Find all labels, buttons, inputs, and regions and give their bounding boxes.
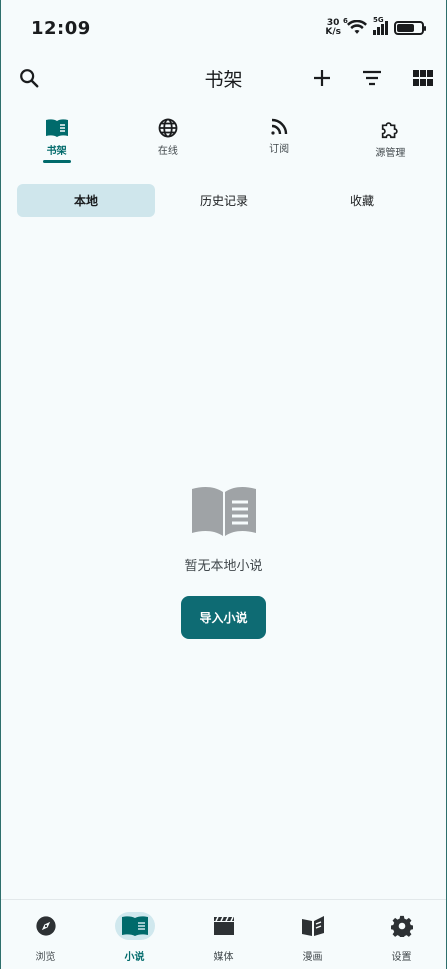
segment-local[interactable]: 本地: [17, 184, 155, 217]
rss-icon: [271, 118, 288, 135]
library-segment-control: 本地 历史记录 收藏: [17, 184, 431, 217]
nav-novels[interactable]: 小说: [90, 900, 179, 969]
book-open-icon: [191, 487, 256, 536]
bottom-nav: 浏览 小说 媒体 漫画 设置: [1, 899, 446, 969]
app-bar: 书架: [1, 56, 446, 100]
network-speed: 30 K/s: [325, 18, 341, 37]
battery-icon: [394, 21, 426, 35]
nav-browse[interactable]: 浏览: [1, 900, 90, 969]
tab-label: 在线: [157, 146, 178, 157]
top-tabs: 书架 在线 订阅 源管理: [1, 108, 446, 166]
nav-media[interactable]: 媒体: [179, 900, 268, 969]
tab-subscriptions[interactable]: 订阅: [224, 108, 335, 166]
nav-label: 小说: [124, 952, 145, 963]
segment-history[interactable]: 历史记录: [155, 184, 293, 217]
manga-book-icon: [301, 916, 324, 936]
tab-indicator: [42, 160, 71, 163]
wifi-icon: 6: [343, 17, 367, 36]
empty-message: 暂无本地小说: [184, 559, 263, 574]
nav-settings[interactable]: 设置: [357, 900, 446, 969]
import-novel-button[interactable]: 导入小说: [181, 596, 266, 639]
filter-icon[interactable]: [352, 58, 392, 98]
globe-icon: [158, 118, 178, 138]
nav-label: 设置: [391, 952, 412, 963]
status-icons: 30 K/s 6 5G: [325, 16, 426, 37]
nav-label: 漫画: [302, 952, 323, 963]
tab-online[interactable]: 在线: [112, 108, 223, 166]
cell-signal-icon: 5G: [373, 16, 388, 35]
segment-favorites[interactable]: 收藏: [293, 184, 431, 217]
puzzle-icon: [382, 122, 399, 139]
clapperboard-icon: [213, 916, 234, 935]
nav-manga[interactable]: 漫画: [268, 900, 357, 969]
tab-label: 源管理: [375, 148, 406, 159]
compass-icon: [35, 916, 56, 936]
add-icon[interactable]: [302, 58, 342, 98]
tab-bookshelf[interactable]: 书架: [1, 108, 112, 166]
tab-label: 订阅: [269, 144, 290, 155]
tab-source-management[interactable]: 源管理: [335, 108, 446, 166]
status-bar: 12:09 30 K/s 6 5G: [1, 0, 446, 56]
gear-icon: [390, 915, 413, 937]
grid-view-icon[interactable]: [403, 58, 443, 98]
nav-label: 媒体: [213, 952, 234, 963]
status-time: 12:09: [31, 17, 91, 39]
empty-state: 暂无本地小说 导入小说: [1, 485, 446, 639]
book-icon: [121, 916, 148, 936]
tab-label: 书架: [46, 146, 67, 157]
nav-label: 浏览: [35, 952, 56, 963]
book-open-icon: [45, 119, 68, 137]
